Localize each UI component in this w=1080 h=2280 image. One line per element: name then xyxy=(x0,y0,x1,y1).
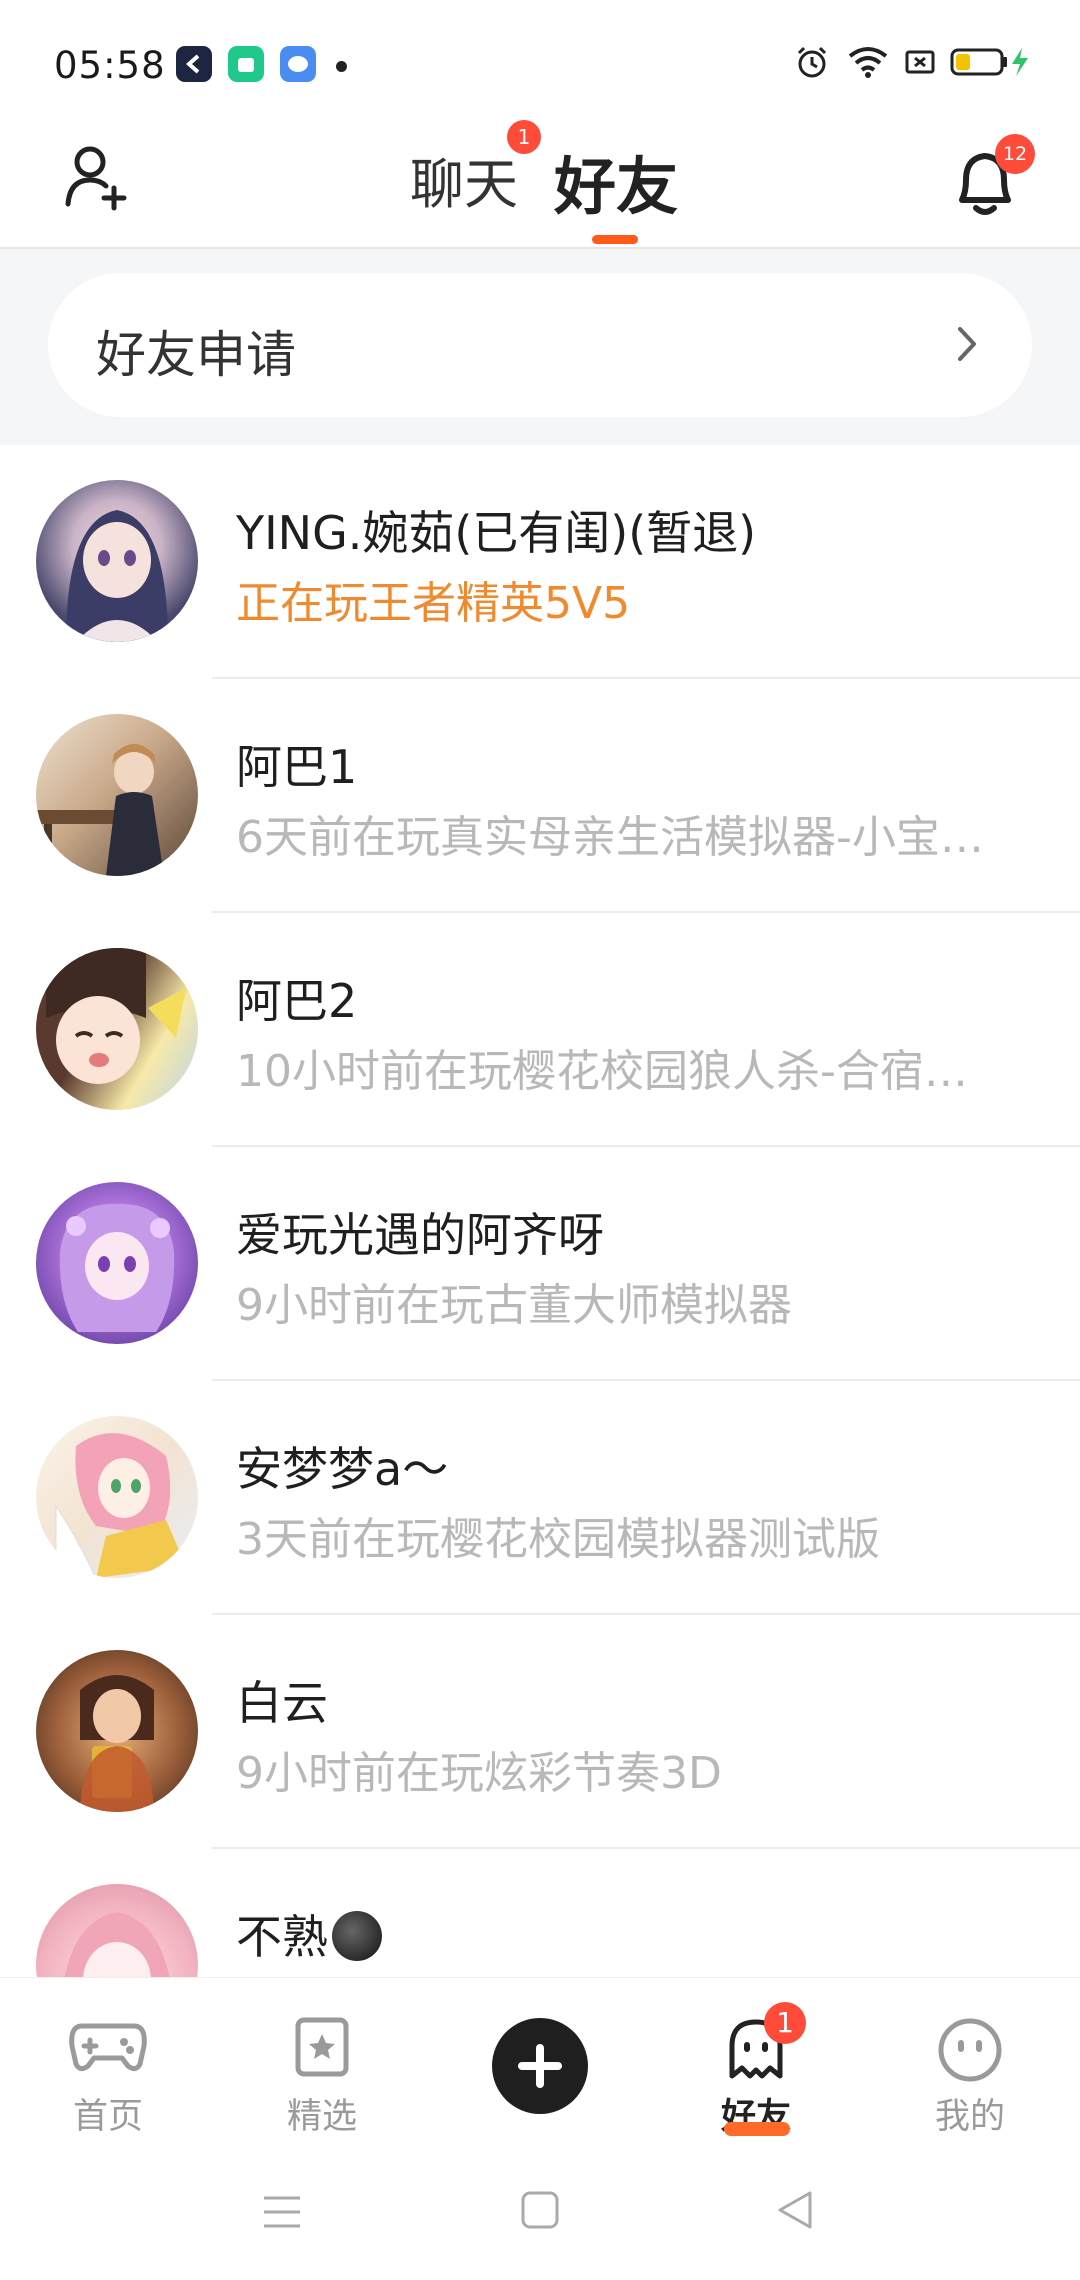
active-tab-indicator xyxy=(592,235,638,244)
friend-avatar[interactable] xyxy=(36,1182,198,1344)
add-friend-icon[interactable] xyxy=(62,142,132,212)
friend-name: 不熟 xyxy=(236,1901,382,1967)
menu-icon[interactable] xyxy=(262,2194,302,2230)
active-nav-underline xyxy=(724,2122,790,2136)
friend-row[interactable]: 阿巴1 6天前在玩真实母亲生活模拟器-小宝… xyxy=(0,679,1080,913)
friend-list: YING.婉茹(已有闺)(暂退) 正在玩王者精英5V5 阿巴1 6天前在玩真实母… xyxy=(0,445,1080,2083)
more-notifications-dot xyxy=(336,61,347,72)
chevron-right-icon xyxy=(958,327,976,361)
tab-friends[interactable]: 好友 xyxy=(554,136,678,226)
friend-name: YING.婉茹(已有闺)(暂退) xyxy=(236,506,757,560)
friend-name: 白云 xyxy=(236,1676,328,1730)
app-notification-icon-2 xyxy=(228,46,264,82)
friend-row[interactable]: YING.婉茹(已有闺)(暂退) 正在玩王者精英5V5 xyxy=(0,445,1080,679)
status-time: 05:58 xyxy=(54,44,166,87)
friend-name: 阿巴2 xyxy=(236,974,358,1028)
new-moon-face-emoji-icon xyxy=(332,1911,382,1961)
alarm-icon xyxy=(797,46,827,78)
friend-avatar[interactable] xyxy=(36,948,198,1110)
plus-icon xyxy=(518,2044,562,2088)
nav-mine-label: 我的 xyxy=(934,2097,1005,2137)
friend-name-text: 不熟 xyxy=(236,1910,328,1964)
top-header: 聊天 1 好友 12 xyxy=(0,120,1080,249)
back-triangle-icon[interactable] xyxy=(776,2190,816,2230)
friend-avatar[interactable] xyxy=(36,1650,198,1812)
friend-request-label: 好友申请 xyxy=(96,326,296,384)
friend-request-section: 好友申请 xyxy=(0,249,1080,445)
nav-home[interactable]: 首页 xyxy=(8,1978,208,2138)
sim-icon xyxy=(905,50,935,74)
status-bar: 05:58 xyxy=(0,0,1080,120)
nav-featured-label: 精选 xyxy=(286,2097,357,2137)
friend-status: 正在玩王者精英5V5 xyxy=(236,578,631,629)
bottom-navigation: 首页 精选 好友 1 我的 xyxy=(0,1977,1080,2138)
friend-row[interactable]: 白云 9小时前在玩炫彩节奏3D xyxy=(0,1615,1080,1849)
friend-request-button[interactable]: 好友申请 xyxy=(48,273,1032,417)
nav-friends[interactable]: 好友 xyxy=(656,1978,856,2138)
gamepad-icon xyxy=(69,2023,147,2072)
nav-home-label: 首页 xyxy=(72,2097,143,2137)
friend-row[interactable]: 阿巴2 10小时前在玩樱花校园狼人杀-合宿… xyxy=(0,913,1080,1147)
friend-avatar[interactable] xyxy=(36,1416,198,1578)
wifi-icon xyxy=(848,47,888,78)
friend-avatar[interactable] xyxy=(36,480,198,642)
notification-count-badge: 12 xyxy=(995,134,1035,174)
app-notification-icon-3 xyxy=(280,46,316,82)
nav-featured[interactable]: 精选 xyxy=(222,1978,422,2138)
friend-status: 3天前在玩樱花校园模拟器测试版 xyxy=(236,1514,880,1565)
friend-row[interactable]: 安梦梦a～ 3天前在玩樱花校园模拟器测试版 xyxy=(0,1381,1080,1615)
friend-status: 6天前在玩真实母亲生活模拟器-小宝… xyxy=(236,812,984,863)
friend-row[interactable]: 爱玩光遇的阿齐呀 9小时前在玩古董大师模拟器 xyxy=(0,1147,1080,1381)
battery-icon xyxy=(950,48,1028,76)
create-plus-button[interactable] xyxy=(492,2018,588,2114)
friend-status: 10小时前在玩樱花校园狼人杀-合宿… xyxy=(236,1046,968,1097)
friend-name: 阿巴1 xyxy=(236,740,358,794)
app-notification-icon-1 xyxy=(176,46,212,82)
friend-name: 爱玩光遇的阿齐呀 xyxy=(236,1208,604,1262)
smiley-profile-icon xyxy=(938,2018,1002,2082)
nav-mine[interactable]: 我的 xyxy=(870,1978,1070,2138)
friend-status: 9小时前在玩炫彩节奏3D xyxy=(236,1748,722,1799)
friend-status: 9小时前在玩古董大师模拟器 xyxy=(236,1280,792,1331)
tab-chat[interactable]: 聊天 xyxy=(410,140,518,219)
home-square-icon[interactable] xyxy=(520,2190,560,2230)
chat-unread-badge: 1 xyxy=(507,120,541,154)
bookmark-star-icon xyxy=(295,2017,349,2077)
friend-avatar[interactable] xyxy=(36,714,198,876)
system-navigation-bar xyxy=(0,2138,1080,2280)
friends-nav-badge: 1 xyxy=(764,2002,806,2044)
friend-name: 安梦梦a～ xyxy=(236,1442,449,1496)
